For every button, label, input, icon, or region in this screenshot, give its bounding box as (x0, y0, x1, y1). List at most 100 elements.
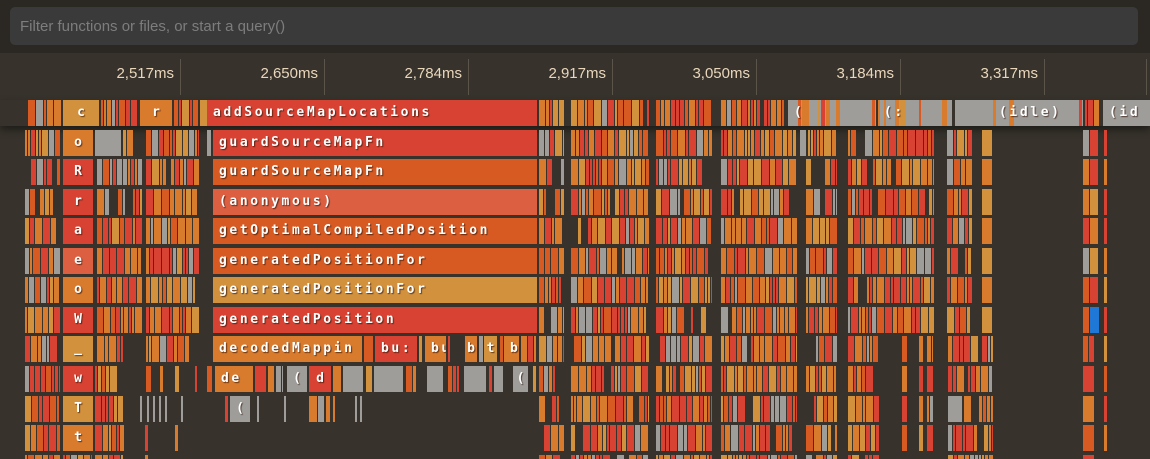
flame-stripes[interactable] (146, 189, 200, 215)
flame-sliver[interactable] (427, 366, 443, 392)
flame-sliver[interactable] (364, 336, 373, 362)
flame-stripes[interactable] (97, 189, 143, 215)
flame-stripes[interactable] (948, 366, 994, 392)
timeline-ruler[interactable]: 2,517ms2,650ms2,784ms2,917ms3,050ms3,184… (0, 53, 1150, 97)
flame-stripes[interactable] (947, 130, 973, 156)
flame-sliver[interactable] (326, 396, 330, 422)
flame-stripes[interactable] (721, 425, 798, 451)
flame-stripes[interactable] (25, 189, 61, 215)
flame-sliver[interactable] (160, 366, 163, 392)
flame-bar[interactable]: ( (230, 396, 250, 422)
flame-sliver[interactable] (165, 396, 167, 422)
flame-stripes[interactable] (406, 366, 417, 392)
flame-sliver[interactable] (225, 396, 228, 422)
flame-sliver[interactable] (982, 248, 992, 274)
flame-stripes[interactable] (848, 455, 880, 459)
flame-stripes[interactable] (848, 277, 935, 303)
flame-bar[interactable]: t (484, 336, 497, 362)
flame-stripes[interactable] (848, 336, 880, 362)
flame-sliver[interactable] (374, 366, 403, 392)
flame-sliver[interactable] (800, 130, 806, 156)
flame-sliver[interactable] (145, 455, 148, 459)
flame-stripes[interactable] (25, 366, 61, 392)
flame-stripes[interactable] (25, 455, 61, 459)
flame-sliver[interactable] (181, 396, 183, 422)
flame-sliver[interactable] (489, 366, 492, 392)
flame-bar[interactable]: r (63, 189, 93, 215)
flame-stripes[interactable] (848, 425, 880, 451)
flame-bar[interactable]: a (63, 218, 93, 244)
flame-stripes[interactable] (656, 218, 713, 244)
flame-stripes[interactable] (146, 277, 200, 303)
flame-stripes[interactable] (571, 396, 650, 422)
flame-stripes[interactable] (419, 336, 423, 362)
flame-stripes[interactable] (806, 307, 838, 333)
flame-sliver[interactable] (1083, 307, 1089, 333)
flame-stripes[interactable] (539, 307, 565, 333)
flame-bar[interactable]: R (63, 159, 93, 185)
flame-stripes[interactable] (25, 277, 61, 303)
flame-sliver[interactable] (1104, 159, 1107, 185)
flame-stripes[interactable] (927, 425, 934, 451)
flame-stripes[interactable] (848, 189, 935, 215)
flame-sliver[interactable] (140, 396, 142, 422)
flame-stripes[interactable] (571, 336, 650, 362)
flame-bar[interactable]: bu (504, 336, 519, 362)
flame-stripes[interactable] (656, 425, 713, 451)
flame-stripes[interactable] (656, 396, 713, 422)
flame-stripes[interactable] (806, 455, 838, 459)
flame-stripes[interactable] (964, 396, 994, 422)
flame-stripes[interactable] (927, 336, 934, 362)
flame-stripes[interactable] (848, 248, 935, 274)
flame-sliver[interactable] (1104, 425, 1107, 451)
flame-stripes[interactable] (539, 366, 565, 392)
flame-sliver[interactable] (982, 277, 992, 303)
flame-bar[interactable]: o (63, 277, 93, 303)
flame-sliver[interactable] (284, 396, 286, 422)
flame-stripes[interactable] (948, 336, 994, 362)
flame-stripes[interactable] (95, 425, 125, 451)
flame-stripes[interactable] (656, 159, 713, 185)
flame-stripes[interactable] (848, 159, 935, 185)
flame-sliver[interactable] (255, 366, 266, 392)
flame-bar[interactable]: ( (287, 366, 307, 392)
flame-sliver[interactable] (982, 189, 992, 215)
flame-bar[interactable]: ( (513, 366, 528, 392)
flame-stripes[interactable] (806, 159, 838, 185)
flame-sliver[interactable] (479, 336, 483, 362)
flame-sliver[interactable] (1083, 248, 1089, 274)
flame-stripes[interactable] (97, 248, 143, 274)
flame-sliver[interactable] (1090, 189, 1098, 215)
flame-sliver[interactable] (1083, 455, 1094, 459)
flame-sliver[interactable] (175, 425, 178, 451)
flame-sliver[interactable] (1083, 159, 1089, 185)
flame-bar[interactable]: getOptimalCompiledPosition (213, 218, 537, 244)
flame-sliver[interactable] (919, 425, 923, 451)
flame-bar[interactable]: generatedPositionFor (213, 277, 537, 303)
flame-stripes[interactable] (146, 336, 190, 362)
flame-stripes[interactable] (947, 189, 973, 215)
flame-sliver[interactable] (1083, 396, 1094, 422)
flame-bar[interactable]: bu: (375, 336, 417, 362)
flame-sliver[interactable] (1104, 277, 1107, 303)
flame-stripes[interactable] (571, 277, 650, 303)
flame-stripes[interactable] (539, 189, 565, 215)
flame-sliver[interactable] (268, 366, 274, 392)
flame-sliver[interactable] (207, 366, 212, 392)
flame-sliver[interactable] (200, 100, 207, 126)
flame-stripes[interactable] (927, 396, 934, 422)
flame-stripes[interactable] (721, 277, 798, 303)
flame-stripes[interactable] (174, 100, 200, 126)
flame-stripes[interactable] (947, 159, 973, 185)
flame-stripes[interactable] (95, 455, 125, 459)
flame-stripes[interactable] (947, 307, 973, 333)
flame-bar[interactable]: decodedMappin (213, 336, 362, 362)
flame-sliver[interactable] (145, 425, 148, 451)
flame-sliver[interactable] (1104, 218, 1107, 244)
flame-stripes[interactable] (656, 336, 713, 362)
flame-bar[interactable]: r (140, 100, 172, 126)
flame-stripes[interactable] (848, 130, 935, 156)
flame-sliver[interactable] (1090, 277, 1098, 303)
flame-stripes[interactable] (806, 336, 838, 362)
flame-stripes[interactable] (571, 425, 650, 451)
